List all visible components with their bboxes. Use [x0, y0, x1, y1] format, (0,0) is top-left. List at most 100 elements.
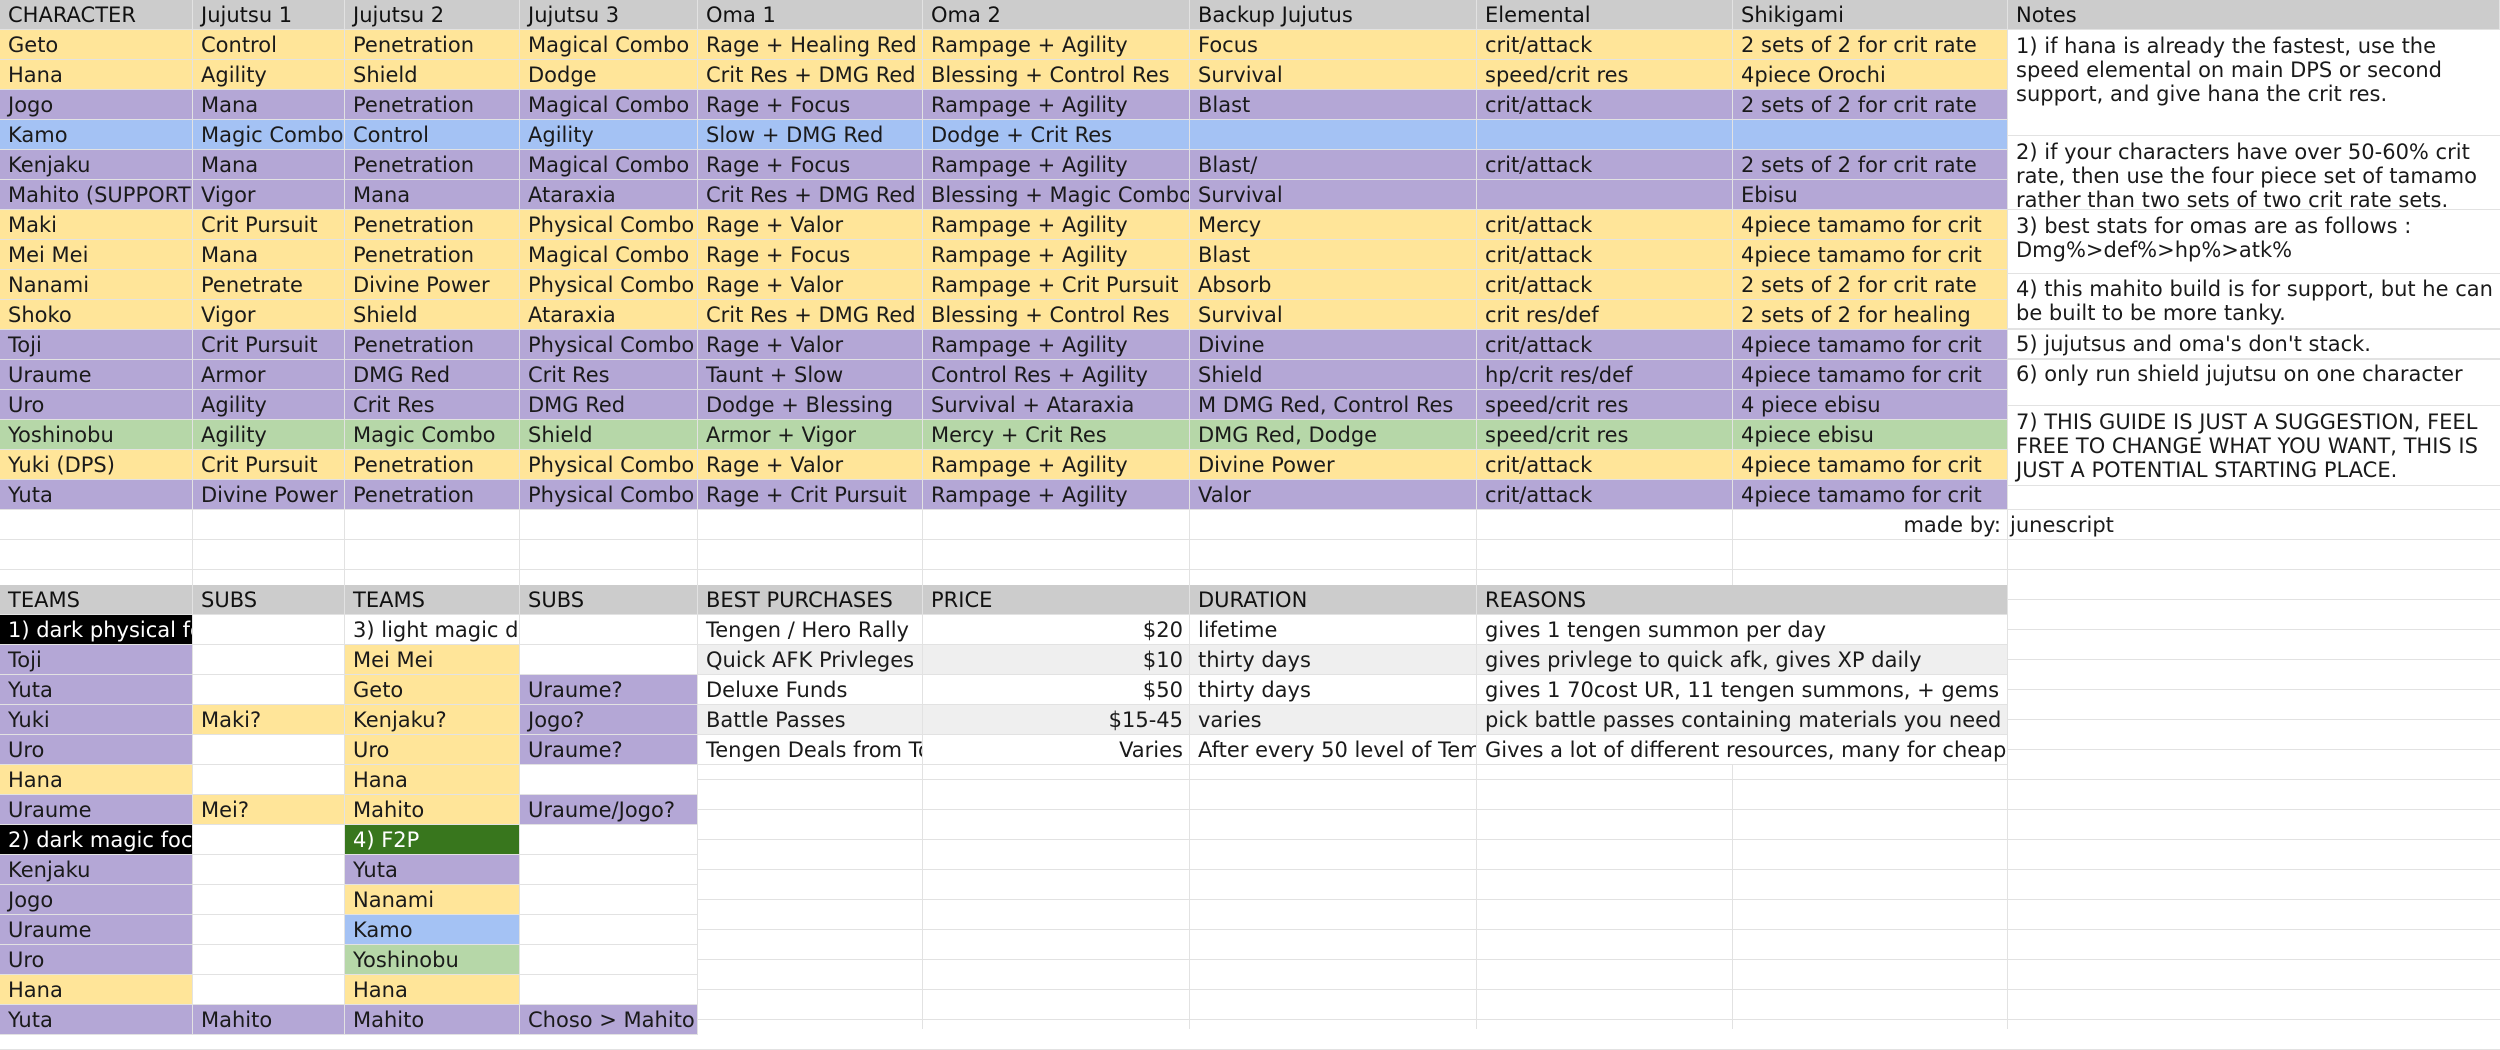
build-cell[interactable]: Rampage + Agility: [923, 30, 1190, 60]
build-cell[interactable]: Rampage + Agility: [923, 330, 1190, 360]
build-cell[interactable]: Magical Combo: [520, 30, 698, 60]
purchase-reason-cell[interactable]: Gives a lot of different resources, many…: [1477, 735, 2008, 765]
build-cell[interactable]: [1477, 180, 1733, 210]
notes-header[interactable]: Notes: [2008, 0, 2500, 30]
team-member-cell[interactable]: Nanami: [345, 885, 520, 915]
character-name-cell[interactable]: Yoshinobu: [0, 420, 193, 450]
build-cell[interactable]: crit/attack: [1477, 450, 1733, 480]
team-sub-cell[interactable]: [520, 885, 698, 915]
build-cell[interactable]: Penetration: [345, 30, 520, 60]
build-cell[interactable]: Physical Combo: [520, 480, 698, 510]
build-cell[interactable]: Slow + DMG Red: [698, 120, 923, 150]
team-sub-cell[interactable]: [520, 975, 698, 1005]
team-member-cell[interactable]: Uraume: [0, 795, 193, 825]
team-sub-cell[interactable]: Uraume?: [520, 675, 698, 705]
build-cell[interactable]: crit/attack: [1477, 240, 1733, 270]
build-cell[interactable]: crit/attack: [1477, 480, 1733, 510]
purchase-duration-cell[interactable]: lifetime: [1190, 615, 1477, 645]
purchase-price-cell[interactable]: $20: [923, 615, 1190, 645]
team-sub-cell[interactable]: [520, 645, 698, 675]
build-cell[interactable]: Magical Combo: [520, 150, 698, 180]
column-header[interactable]: Jujutsu 1: [193, 0, 345, 30]
team-member-cell[interactable]: 2) dark magic focus: [0, 825, 193, 855]
build-cell[interactable]: Crit Res + DMG Red: [698, 60, 923, 90]
build-cell[interactable]: Agility: [193, 60, 345, 90]
build-cell[interactable]: Crit Res + DMG Red: [698, 180, 923, 210]
purchase-reason-cell[interactable]: gives 1 70cost UR, 11 tengen summons, + …: [1477, 675, 2008, 705]
build-cell[interactable]: Rampage + Crit Pursuit: [923, 270, 1190, 300]
build-cell[interactable]: Dodge: [520, 60, 698, 90]
build-cell[interactable]: crit res/def: [1477, 300, 1733, 330]
build-cell[interactable]: 2 sets of 2 for crit rate: [1733, 90, 2008, 120]
build-cell[interactable]: Mana: [193, 90, 345, 120]
character-name-cell[interactable]: Mahito (SUPPORT): [0, 180, 193, 210]
build-cell[interactable]: Penetration: [345, 480, 520, 510]
build-cell[interactable]: Blessing + Control Res: [923, 60, 1190, 90]
column-header[interactable]: Elemental: [1477, 0, 1733, 30]
team-member-cell[interactable]: Geto: [345, 675, 520, 705]
build-cell[interactable]: DMG Red: [345, 360, 520, 390]
build-cell[interactable]: Control: [193, 30, 345, 60]
note-item[interactable]: 5) jujutsus and oma's don't stack.: [2008, 330, 2500, 359]
build-cell[interactable]: Penetration: [345, 450, 520, 480]
build-cell[interactable]: 4piece tamamo for crit: [1733, 210, 2008, 240]
build-cell[interactable]: Divine Power: [1190, 450, 1477, 480]
team-sub-cell[interactable]: [193, 645, 345, 675]
build-cell[interactable]: Valor: [1190, 480, 1477, 510]
team-member-cell[interactable]: Uro: [345, 735, 520, 765]
character-name-cell[interactable]: Maki: [0, 210, 193, 240]
build-cell[interactable]: Ataraxia: [520, 300, 698, 330]
column-header[interactable]: Oma 1: [698, 0, 923, 30]
build-cell[interactable]: Penetration: [345, 90, 520, 120]
team-sub-cell[interactable]: [193, 675, 345, 705]
build-cell[interactable]: Ataraxia: [520, 180, 698, 210]
team-member-cell[interactable]: Mahito: [345, 1005, 520, 1035]
build-cell[interactable]: 4piece tamamo for crit: [1733, 240, 2008, 270]
build-cell[interactable]: Taunt + Slow: [698, 360, 923, 390]
build-cell[interactable]: Penetrate: [193, 270, 345, 300]
build-cell[interactable]: Mercy + Crit Res: [923, 420, 1190, 450]
team-sub-cell[interactable]: [193, 825, 345, 855]
purchase-name-cell[interactable]: Quick AFK Privleges: [698, 645, 923, 675]
build-cell[interactable]: Survival + Ataraxia: [923, 390, 1190, 420]
team-sub-cell[interactable]: Jogo?: [520, 705, 698, 735]
build-cell[interactable]: Physical Combo: [520, 330, 698, 360]
build-cell[interactable]: Rage + Crit Pursuit: [698, 480, 923, 510]
character-name-cell[interactable]: Hana: [0, 60, 193, 90]
purchase-price-cell[interactable]: $15-45: [923, 705, 1190, 735]
character-name-cell[interactable]: Nanami: [0, 270, 193, 300]
build-cell[interactable]: Crit Res: [345, 390, 520, 420]
build-cell[interactable]: Mana: [193, 240, 345, 270]
build-cell[interactable]: 4 piece ebisu: [1733, 390, 2008, 420]
build-cell[interactable]: Penetration: [345, 330, 520, 360]
team-member-cell[interactable]: Yuta: [0, 675, 193, 705]
team-sub-cell[interactable]: [193, 945, 345, 975]
column-header[interactable]: Jujutsu 2: [345, 0, 520, 30]
team-member-cell[interactable]: Kenjaku?: [345, 705, 520, 735]
team-member-cell[interactable]: Hana: [0, 765, 193, 795]
build-cell[interactable]: Dodge + Blessing: [698, 390, 923, 420]
purchases-header[interactable]: REASONS: [1477, 585, 2008, 615]
build-cell[interactable]: Mana: [345, 180, 520, 210]
note-item[interactable]: 1) if hana is already the fastest, use t…: [2008, 32, 2500, 136]
build-cell[interactable]: Rage + Focus: [698, 90, 923, 120]
build-cell[interactable]: Crit Res: [520, 360, 698, 390]
team-sub-cell[interactable]: [520, 915, 698, 945]
build-cell[interactable]: Rampage + Agility: [923, 450, 1190, 480]
build-cell[interactable]: Agility: [193, 420, 345, 450]
column-header[interactable]: Backup Jujutus: [1190, 0, 1477, 30]
build-cell[interactable]: Shield: [520, 420, 698, 450]
team-sub-cell[interactable]: [193, 975, 345, 1005]
build-cell[interactable]: Rage + Focus: [698, 240, 923, 270]
build-cell[interactable]: Penetration: [345, 150, 520, 180]
build-cell[interactable]: crit/attack: [1477, 270, 1733, 300]
column-header[interactable]: CHARACTER: [0, 0, 193, 30]
build-cell[interactable]: M DMG Red, Control Res: [1190, 390, 1477, 420]
purchases-header[interactable]: BEST PURCHASES: [698, 585, 923, 615]
build-cell[interactable]: crit/attack: [1477, 210, 1733, 240]
team-sub-cell[interactable]: Mahito: [193, 1005, 345, 1035]
build-cell[interactable]: Absorb: [1190, 270, 1477, 300]
build-cell[interactable]: Penetration: [345, 210, 520, 240]
teams-header[interactable]: SUBS: [520, 585, 698, 615]
team-member-cell[interactable]: Hana: [0, 975, 193, 1005]
